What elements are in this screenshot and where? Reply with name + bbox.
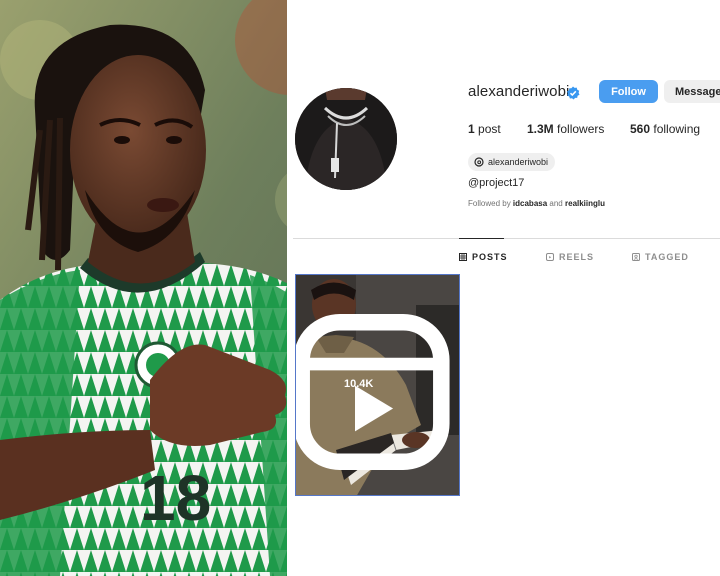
- threads-handle: alexanderiwobi: [488, 157, 549, 167]
- follow-button[interactable]: Follow: [599, 80, 658, 103]
- message-button[interactable]: Message: [664, 80, 720, 103]
- view-count-value: 10.4K: [344, 378, 374, 390]
- followed-by-user: idcabasa: [512, 199, 548, 208]
- threads-icon: [474, 157, 484, 167]
- followers-stat[interactable]: 1.3M followers: [527, 122, 604, 136]
- posts-label: post: [478, 122, 501, 136]
- reels-icon: [546, 253, 554, 261]
- posts-count: 1: [468, 122, 475, 136]
- following-stat[interactable]: 560 following: [630, 122, 700, 136]
- instagram-profile: alexanderiwobi Follow Message 1 post 1.3…: [287, 0, 720, 576]
- tab-tagged[interactable]: TAGGED: [632, 252, 689, 262]
- posts-stat[interactable]: 1 post: [468, 122, 501, 136]
- tagged-icon: [632, 253, 640, 261]
- tab-tagged-label: TAGGED: [645, 252, 689, 262]
- post-thumbnail[interactable]: 10.4K: [295, 274, 460, 496]
- avatar-image: [295, 88, 397, 190]
- threads-link[interactable]: alexanderiwobi: [468, 153, 556, 171]
- followed-by[interactable]: Followed by idcabasa and realkiinglu: [468, 199, 605, 208]
- active-tab-indicator: [459, 238, 504, 239]
- followers-label: followers: [557, 122, 605, 136]
- grid-icon: [459, 253, 467, 261]
- tab-reels-label: REELS: [559, 252, 595, 262]
- verified-badge-icon: [567, 86, 580, 100]
- followers-count: 1.3M: [527, 122, 554, 136]
- tab-posts-label: POSTS: [472, 252, 508, 262]
- tab-reels[interactable]: REELS: [546, 252, 594, 262]
- profile-bio[interactable]: @project17: [468, 177, 524, 189]
- tab-posts[interactable]: POSTS: [459, 252, 508, 262]
- reel-icon: [296, 313, 450, 471]
- following-label: following: [653, 122, 701, 136]
- tabs-divider: [293, 238, 720, 239]
- username: alexanderiwobi: [468, 83, 570, 100]
- jersey-number: 18: [140, 462, 211, 534]
- followed-by-and: and: [549, 199, 563, 208]
- following-count: 560: [630, 122, 651, 136]
- view-count: 10.4K: [344, 378, 373, 390]
- avatar[interactable]: [295, 88, 397, 190]
- followed-by-user: realkiinglu: [565, 199, 606, 208]
- followed-by-prefix: Followed by: [468, 199, 511, 208]
